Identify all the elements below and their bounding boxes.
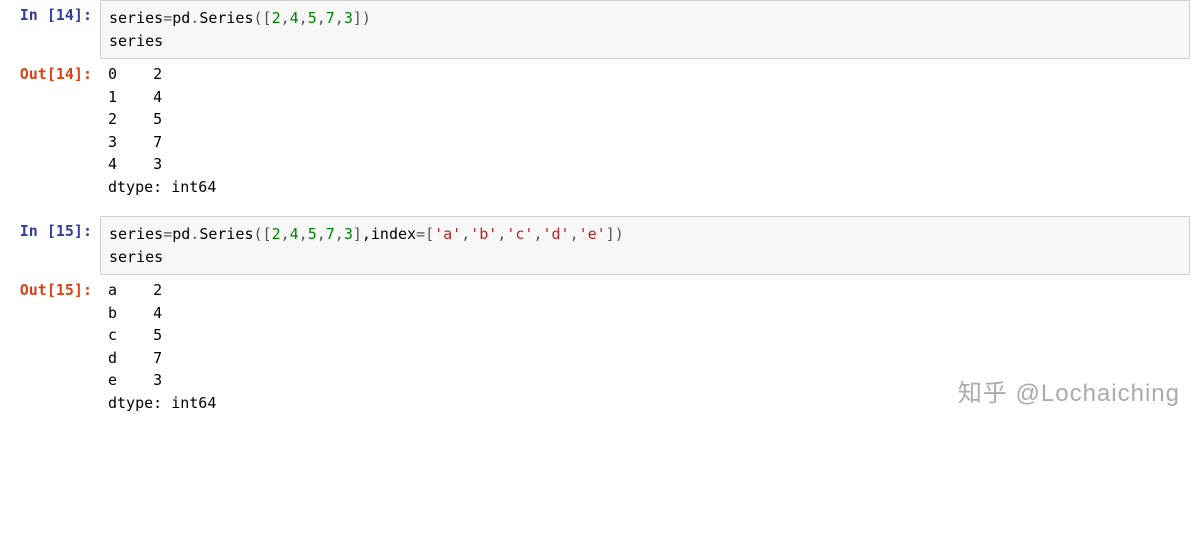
out-row: 3 7 [108, 133, 162, 151]
out-row: d 7 [108, 349, 162, 367]
output-cell-14: Out[14]: 0 2 1 4 2 5 3 7 4 3 dtype: int6… [0, 59, 1200, 202]
code-input[interactable]: series=pd.Series([2,4,5,7,3],index=['a',… [100, 216, 1190, 275]
out-row: b 4 [108, 304, 162, 322]
out-row: e 3 [108, 371, 162, 389]
output-cell-15: Out[15]: a 2 b 4 c 5 d 7 e 3 dtype: int6… [0, 275, 1200, 418]
code-line: series=pd.Series([2,4,5,7,3],index=['a',… [109, 223, 1181, 246]
input-prompt: In [14]: [0, 0, 100, 30]
output-prompt: Out[14]: [0, 59, 100, 89]
output-area: a 2 b 4 c 5 d 7 e 3 dtype: int64 [100, 275, 1200, 418]
out-row: 0 2 [108, 65, 162, 83]
out-row: a 2 [108, 281, 162, 299]
code-line: series [109, 246, 1181, 269]
out-dtype: dtype: int64 [108, 394, 216, 412]
out-row: 2 5 [108, 110, 162, 128]
output-area: 0 2 1 4 2 5 3 7 4 3 dtype: int64 [100, 59, 1200, 202]
out-row: 4 3 [108, 155, 162, 173]
input-prompt: In [15]: [0, 216, 100, 246]
code-line: series=pd.Series([2,4,5,7,3]) [109, 7, 1181, 30]
out-dtype: dtype: int64 [108, 178, 216, 196]
out-row: c 5 [108, 326, 162, 344]
input-cell-15: In [15]: series=pd.Series([2,4,5,7,3],in… [0, 216, 1200, 275]
out-row: 1 4 [108, 88, 162, 106]
code-line: series [109, 30, 1181, 53]
output-prompt: Out[15]: [0, 275, 100, 305]
code-input[interactable]: series=pd.Series([2,4,5,7,3]) series [100, 0, 1190, 59]
input-cell-14: In [14]: series=pd.Series([2,4,5,7,3]) s… [0, 0, 1200, 59]
